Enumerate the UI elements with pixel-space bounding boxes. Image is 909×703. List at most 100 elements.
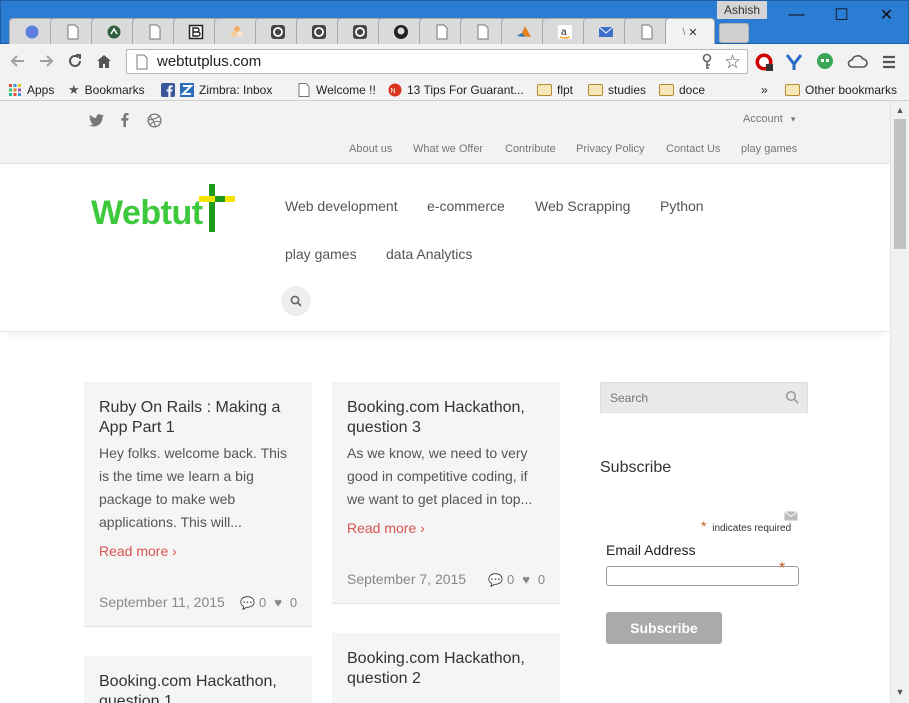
excerpt-line: applications. This will... xyxy=(99,514,242,530)
key-icon[interactable] xyxy=(699,53,715,71)
email-field[interactable] xyxy=(606,566,799,586)
comment-count: 0 xyxy=(258,595,267,610)
more-bookmarks-button[interactable]: » xyxy=(761,81,768,98)
apps-shortcut[interactable]: Apps xyxy=(8,81,54,98)
bookmarks-label: Bookmarks xyxy=(84,82,145,97)
logo-text: Webtut xyxy=(91,194,203,232)
tips-bookmark[interactable]: N 13 Tips For Guarant... xyxy=(388,81,524,98)
bookmarks-shortcut[interactable]: ★ Bookmarks xyxy=(68,81,145,98)
tab-2[interactable] xyxy=(50,18,96,45)
tab-11[interactable] xyxy=(419,18,465,45)
page-icon xyxy=(436,24,448,40)
comment-icon[interactable]: 💬 xyxy=(240,596,255,610)
scroll-thumb[interactable] xyxy=(894,119,906,249)
read-more-link[interactable]: Read more › xyxy=(99,543,177,559)
header-search-button[interactable] xyxy=(281,286,311,316)
forward-button[interactable] xyxy=(35,50,57,72)
address-bar[interactable]: webtutplus.com ☆ xyxy=(126,49,748,74)
scroll-down-icon[interactable]: ▼ xyxy=(895,687,905,697)
site-logo[interactable]: Webtut xyxy=(91,184,241,236)
toplink-contribute[interactable]: Contribute xyxy=(505,143,556,155)
dribbble-icon[interactable] xyxy=(145,111,163,129)
extension-adblock-icon[interactable] xyxy=(753,51,775,73)
extension-hangouts-icon[interactable] xyxy=(814,51,836,73)
tab-active[interactable]: \ ✕ xyxy=(665,18,715,45)
tab-7[interactable] xyxy=(255,18,301,45)
post-title[interactable]: Booking.com Hackathon, question 1 xyxy=(99,672,299,703)
tab-3[interactable] xyxy=(91,18,137,45)
profile-badge[interactable]: Ashish xyxy=(717,1,767,19)
post-excerpt: As we know, we need to very good in comp… xyxy=(347,442,532,511)
nav-web-scrapping[interactable]: Web Scrapping xyxy=(535,198,630,214)
other-bookmarks-folder[interactable]: Other bookmarks xyxy=(785,81,897,98)
tab-13[interactable] xyxy=(501,18,547,45)
tab-10[interactable] xyxy=(378,18,424,45)
close-window-button[interactable]: ✕ xyxy=(864,1,909,29)
comment-icon[interactable]: 💬 xyxy=(488,573,503,587)
maximize-button[interactable]: ☐ xyxy=(819,1,864,29)
close-tab-icon[interactable]: ✕ xyxy=(688,26,697,39)
bookmark-star-icon[interactable]: ☆ xyxy=(724,51,741,74)
page-scrollbar[interactable]: ▲ ▼ xyxy=(890,101,909,703)
back-button[interactable] xyxy=(7,50,29,72)
chevron-double-icon: » xyxy=(761,82,768,97)
welcome-bookmark[interactable]: Welcome !! xyxy=(297,81,376,98)
excerpt-line: good in competitive coding, if xyxy=(347,468,528,484)
minimize-button[interactable]: — xyxy=(774,1,819,29)
nav-e-commerce[interactable]: e-commerce xyxy=(427,198,505,214)
page-icon xyxy=(641,24,653,40)
home-button[interactable] xyxy=(93,50,115,72)
web-page: Account ▾ About us What we Offer Contrib… xyxy=(0,101,890,703)
twitter-icon[interactable] xyxy=(87,111,105,129)
tab-6[interactable] xyxy=(214,18,260,45)
nav-web-development[interactable]: Web development xyxy=(285,198,398,214)
excerpt-line: is the time we learn a big xyxy=(99,468,254,484)
menu-icon[interactable] xyxy=(878,51,900,73)
account-label: Account xyxy=(743,113,783,125)
zimbra-bookmark[interactable]: Zimbra: Inbox xyxy=(161,81,272,98)
page-icon xyxy=(136,54,148,69)
tab-12[interactable] xyxy=(460,18,506,45)
toplink-what-we-offer[interactable]: What we Offer xyxy=(413,143,483,155)
sidebar-search-input[interactable] xyxy=(601,383,781,412)
facebook-icon[interactable] xyxy=(116,111,134,129)
account-menu[interactable]: Account ▾ xyxy=(743,113,795,125)
search-icon[interactable] xyxy=(785,390,799,404)
tab-16[interactable] xyxy=(624,18,670,45)
toplink-about[interactable]: About us xyxy=(349,143,392,155)
heart-icon[interactable]: ♥ xyxy=(522,572,530,587)
toplink-privacy-policy[interactable]: Privacy Policy xyxy=(576,143,644,155)
tab-15[interactable] xyxy=(583,18,629,45)
toplink-play-games[interactable]: play games xyxy=(741,143,797,155)
tab-4[interactable] xyxy=(132,18,178,45)
extension-y-icon[interactable] xyxy=(783,51,805,73)
read-more-link[interactable]: Read more › xyxy=(347,520,425,536)
post-title[interactable]: Ruby On Rails : Making a App Part 1 xyxy=(99,398,299,438)
subscribe-button[interactable]: Subscribe xyxy=(606,612,722,644)
email-required-asterisk: * xyxy=(779,560,786,577)
page-icon xyxy=(298,82,310,97)
reload-button[interactable] xyxy=(64,50,86,72)
tab-1[interactable] xyxy=(9,18,55,45)
toplink-contact-us[interactable]: Contact Us xyxy=(666,143,720,155)
tab-14[interactable]: a xyxy=(542,18,588,45)
post-title[interactable]: Booking.com Hackathon, question 2 xyxy=(347,649,547,689)
studies-folder[interactable]: studies xyxy=(588,81,646,98)
scroll-up-icon[interactable]: ▲ xyxy=(895,105,905,115)
tab-8[interactable] xyxy=(296,18,342,45)
heart-icon[interactable]: ♥ xyxy=(274,595,282,610)
flpt-folder[interactable]: flpt xyxy=(537,81,573,98)
folder-icon xyxy=(588,83,603,96)
tab-strip: a \ ✕ xyxy=(9,18,759,45)
nav-play-games[interactable]: play games xyxy=(285,246,357,262)
nav-data-analytics[interactable]: data Analytics xyxy=(386,246,472,262)
tab-5[interactable] xyxy=(173,18,219,45)
tab-9[interactable] xyxy=(337,18,383,45)
folder-icon xyxy=(785,83,800,96)
nav-python[interactable]: Python xyxy=(660,198,704,214)
doce-folder[interactable]: doce xyxy=(659,81,705,98)
new-tab-button[interactable] xyxy=(719,23,749,43)
site-header: Webtut Web development e-commerce Web Sc… xyxy=(0,164,890,332)
post-title[interactable]: Booking.com Hackathon, question 3 xyxy=(347,398,547,438)
extension-cloud-icon[interactable] xyxy=(846,51,868,73)
